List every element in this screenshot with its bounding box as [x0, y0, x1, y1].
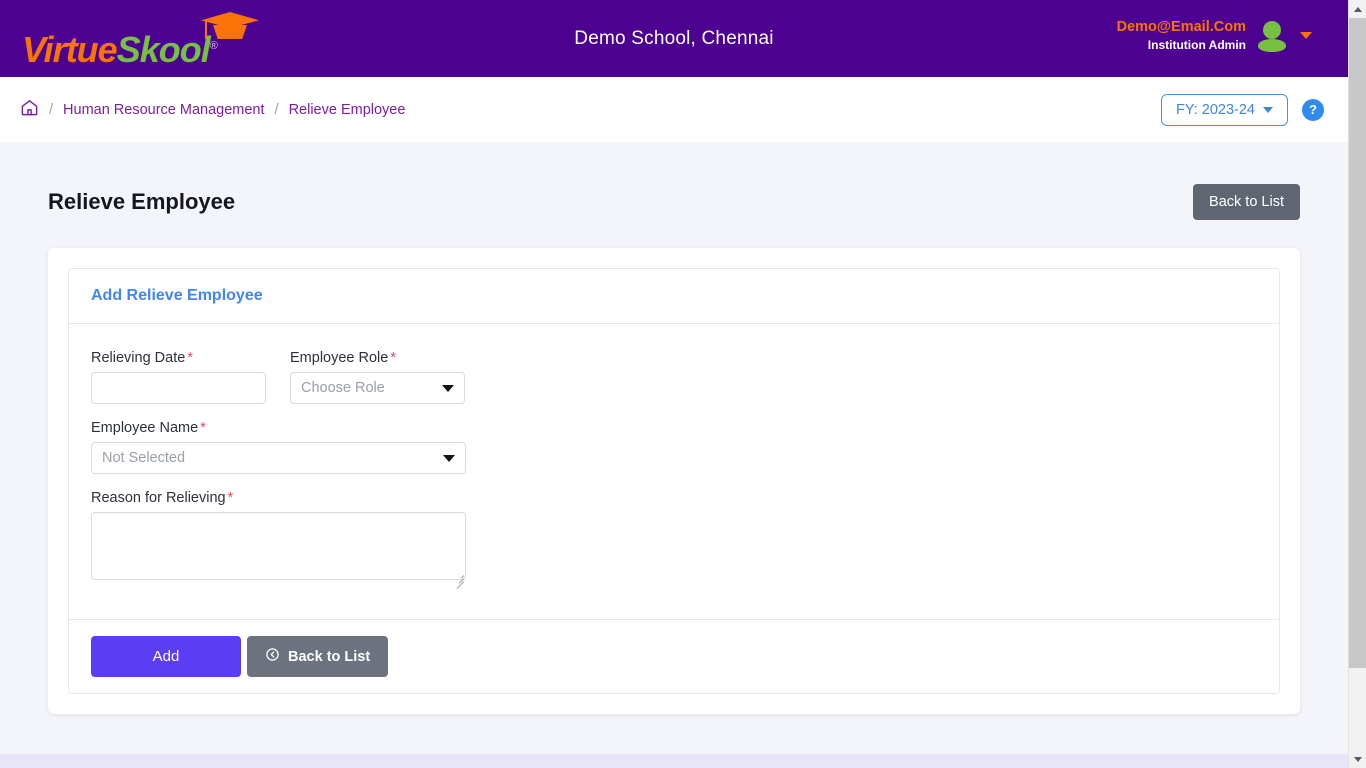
footer-strip [0, 754, 1348, 768]
chevron-up-icon [1354, 6, 1362, 12]
user-menu[interactable]: Demo@Email.Com Institution Admin [1117, 18, 1312, 53]
field-employee-role: Employee Role * Choose Role [290, 350, 465, 404]
user-info: Demo@Email.Com Institution Admin [1117, 18, 1246, 53]
app-header: VirtueSkool® Demo School, Chennai Demo@E… [0, 0, 1348, 77]
label-text: Relieving Date [91, 350, 186, 366]
breadcrumb-item-human-resource-management[interactable]: Human Resource Management [63, 102, 265, 118]
breadcrumb-bar: / Human Resource Management / Relieve Em… [0, 77, 1348, 142]
panel-title: Add Relieve Employee [91, 287, 263, 304]
browser-viewport: VirtueSkool® Demo School, Chennai Demo@E… [0, 0, 1366, 768]
required-marker: * [390, 350, 396, 366]
breadcrumb-separator-2: / [274, 101, 279, 118]
required-marker: * [187, 350, 193, 366]
field-reason-for-relieving: Reason for Relieving * [91, 490, 466, 589]
reason-for-relieving-textarea[interactable] [91, 512, 466, 580]
scroll-up-button[interactable] [1349, 0, 1366, 18]
financial-year-label: FY: 2023-24 [1176, 101, 1255, 118]
textarea-wrapper [91, 512, 466, 589]
label-employee-name: Employee Name * [91, 420, 466, 436]
content-card: Add Relieve Employee Relieving Date * Em… [48, 248, 1300, 714]
form-body: Relieving Date * Employee Role * Choose Ro… [69, 324, 1279, 619]
employee-name-selected-value: Not Selected [102, 450, 186, 466]
label-employee-role: Employee Role * [290, 350, 465, 366]
label-text: Reason for Relieving [91, 490, 226, 506]
field-employee-name: Employee Name * Not Selected [91, 420, 466, 474]
form-row-1: Relieving Date * Employee Role * Choose Ro… [91, 350, 1257, 420]
panel-header: Add Relieve Employee [69, 269, 1279, 324]
user-role: Institution Admin [1147, 38, 1246, 53]
scrollbar-track[interactable] [1349, 18, 1366, 750]
add-button[interactable]: Add [91, 636, 241, 677]
field-relieving-date: Relieving Date * [91, 350, 266, 404]
breadcrumb-item-relieve-employee[interactable]: Relieve Employee [289, 102, 406, 118]
financial-year-select[interactable]: FY: 2023-24 [1161, 93, 1288, 126]
dropdown-arrow-icon [443, 455, 455, 462]
main-content: Relieve Employee Back to List Add Reliev… [0, 142, 1348, 714]
add-relieve-employee-panel: Add Relieve Employee Relieving Date * Em… [68, 268, 1280, 694]
breadcrumb-separator-1: / [49, 101, 54, 118]
back-to-list-top-button[interactable]: Back to List [1193, 184, 1300, 220]
label-relieving-date: Relieving Date * [91, 350, 266, 366]
scroll-down-button[interactable] [1349, 750, 1366, 768]
page-title: Relieve Employee [48, 189, 236, 214]
required-marker: * [227, 490, 234, 506]
form-actions: Add Back to List [69, 619, 1279, 693]
scrollbar-thumb[interactable] [1349, 18, 1366, 668]
employee-role-select[interactable]: Choose Role [290, 372, 465, 404]
employee-role-selected-value: Choose Role [301, 380, 385, 396]
user-avatar-icon[interactable] [1258, 20, 1286, 52]
vertical-scrollbar[interactable] [1348, 0, 1366, 768]
page-header: Relieve Employee Back to List [24, 142, 1324, 220]
help-button[interactable]: ? [1302, 98, 1324, 121]
dropdown-arrow-icon [442, 385, 454, 392]
circle-arrow-left-icon [265, 647, 280, 666]
page-root: VirtueSkool® Demo School, Chennai Demo@E… [0, 0, 1348, 768]
chevron-down-icon [1263, 106, 1273, 113]
label-reason-for-relieving: Reason for Relieving * [91, 490, 466, 506]
breadcrumb: / Human Resource Management / Relieve Em… [20, 98, 405, 121]
relieving-date-input[interactable] [91, 372, 266, 404]
breadcrumb-actions: FY: 2023-24 ? [1161, 93, 1324, 126]
back-to-list-button[interactable]: Back to List [247, 636, 389, 677]
employee-name-select[interactable]: Not Selected [91, 442, 466, 474]
home-icon[interactable] [20, 98, 39, 121]
label-text: Employee Name [91, 420, 199, 436]
back-to-list-label: Back to List [288, 648, 371, 665]
required-marker: * [200, 420, 206, 436]
chevron-down-icon [1354, 756, 1362, 762]
user-email: Demo@Email.Com [1116, 19, 1246, 35]
chevron-down-icon[interactable] [1300, 32, 1312, 40]
label-text: Employee Role [290, 350, 389, 366]
